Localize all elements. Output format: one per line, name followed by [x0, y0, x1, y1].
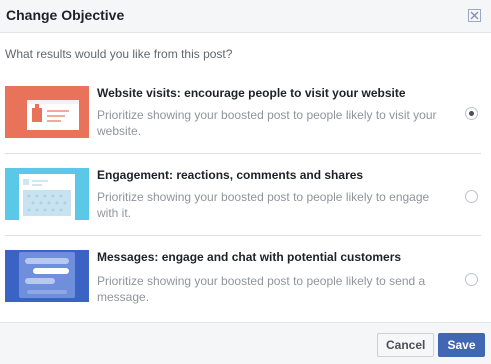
divider — [5, 235, 481, 236]
dialog-title: Change Objective — [6, 7, 125, 23]
radio-messages[interactable] — [465, 273, 478, 286]
option-title: Website visits: encourage people to visi… — [97, 86, 406, 100]
engagement-illustration-icon — [5, 168, 89, 220]
dialog-header: Change Objective — [0, 0, 491, 33]
radio-selected-dot — [469, 111, 474, 116]
option-engagement[interactable]: Engagement: reactions, comments and shar… — [0, 162, 491, 234]
divider — [5, 153, 481, 154]
cancel-button[interactable]: Cancel — [377, 333, 434, 357]
option-website-visits[interactable]: Website visits: encourage people to visi… — [0, 80, 491, 152]
option-title: Engagement: reactions, comments and shar… — [97, 168, 364, 182]
option-messages[interactable]: Messages: engage and chat with potential… — [0, 244, 491, 316]
question-text: What results would you like from this po… — [5, 47, 233, 61]
option-description: Prioritize showing your boosted post to … — [97, 108, 437, 138]
option-description: Prioritize showing your boosted post to … — [97, 274, 426, 304]
messages-illustration-icon — [5, 250, 89, 302]
close-icon[interactable] — [468, 9, 481, 22]
option-title: Messages: engage and chat with potential… — [97, 250, 402, 264]
website-illustration-icon — [5, 86, 89, 138]
radio-website-visits[interactable] — [465, 107, 478, 120]
save-button[interactable]: Save — [438, 333, 485, 357]
radio-engagement[interactable] — [465, 190, 478, 203]
dialog-footer: Cancel Save — [0, 322, 491, 364]
option-description: Prioritize showing your boosted post to … — [97, 190, 430, 220]
